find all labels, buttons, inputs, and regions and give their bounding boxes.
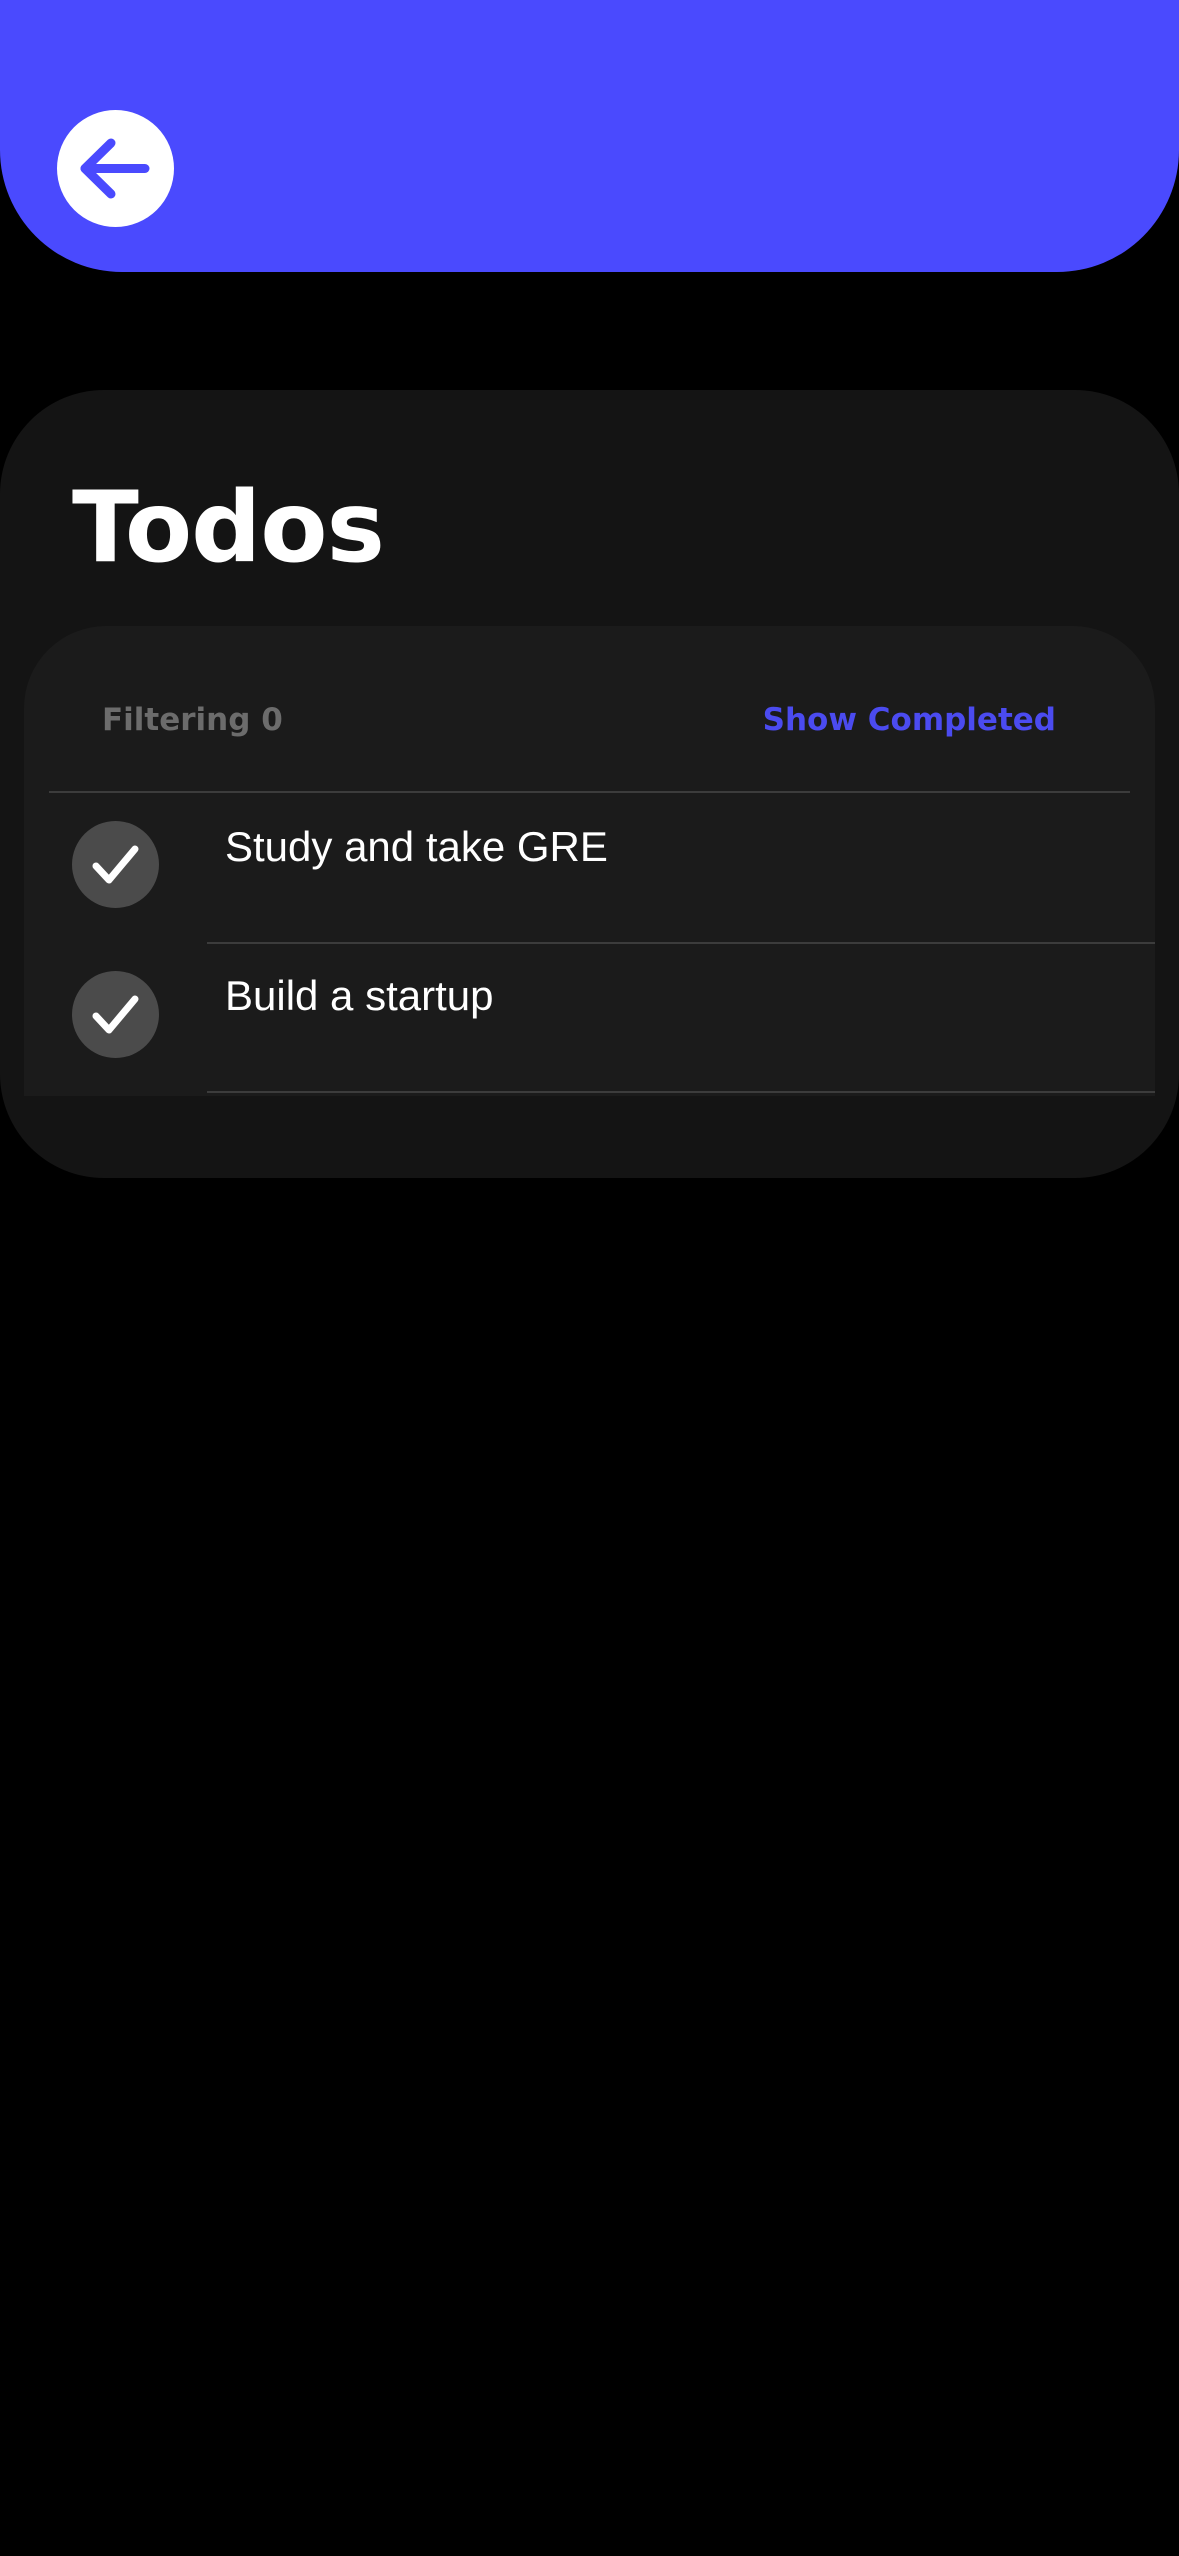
todo-text: Study and take GRE [225,823,608,870]
todo-item[interactable]: Study and take GRE [24,793,1155,943]
header-bar [0,0,1179,272]
todo-text: Build a startup [225,972,494,1019]
checkmark-icon [92,995,139,1034]
todo-complete-button[interactable] [72,821,159,908]
page-title: Todos [72,471,385,585]
todo-item[interactable]: Build a startup [24,944,1155,1094]
todo-divider [207,1091,1155,1093]
filter-count-label: Filtering 0 [102,702,283,738]
show-completed-button[interactable]: Show Completed [763,698,1056,742]
todo-complete-button[interactable] [72,971,159,1058]
arrow-left-icon [80,138,150,199]
back-button[interactable] [57,110,174,227]
checkmark-icon [92,845,139,884]
